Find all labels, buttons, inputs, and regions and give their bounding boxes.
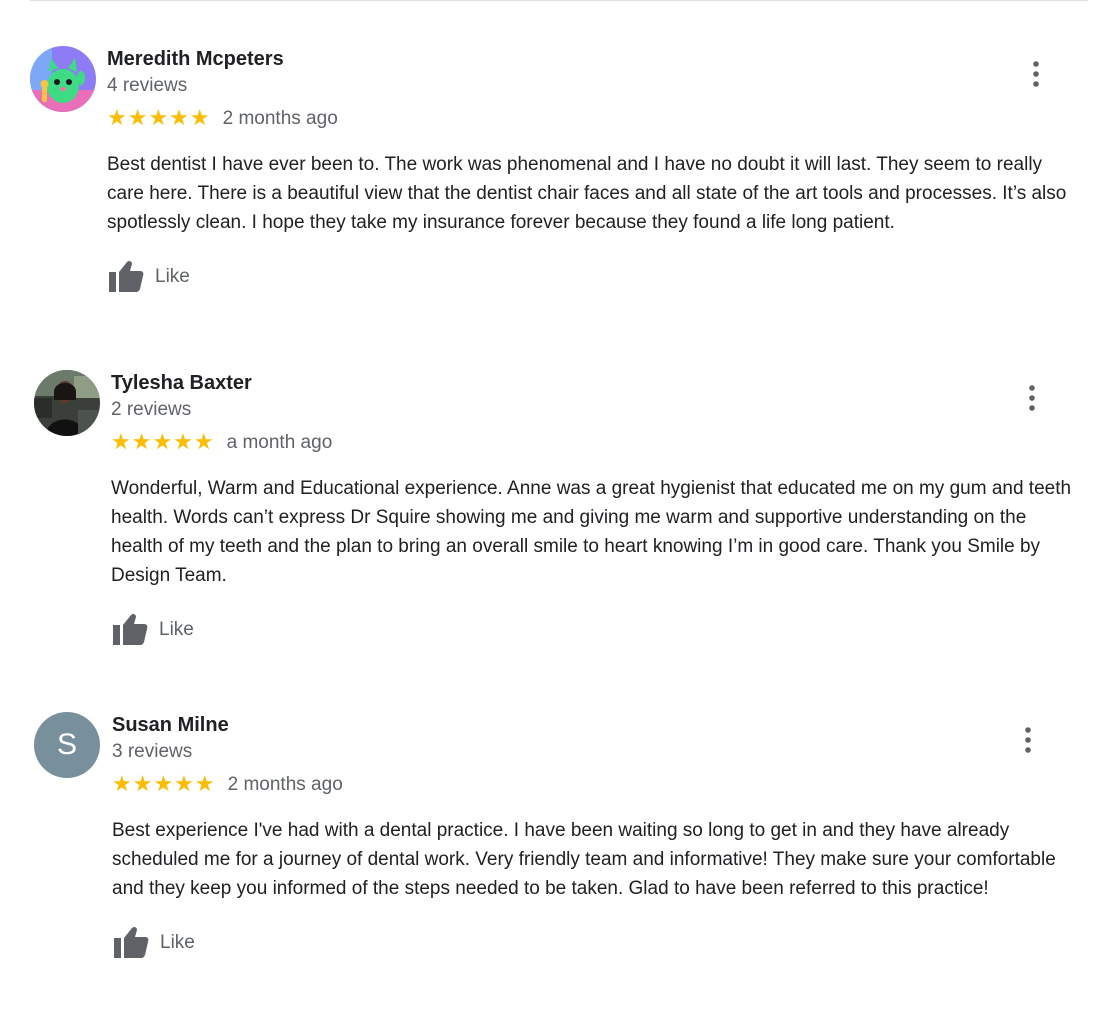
like-button[interactable]: Like [107,259,1077,295]
like-button[interactable]: Like [111,612,1081,648]
top-divider [30,0,1088,1]
thumb-up-icon [112,925,150,961]
letter-avatar-icon[interactable]: S [34,712,100,778]
review-text: Wonderful, Warm and Educational experien… [111,478,1072,586]
thumb-up-icon [107,259,145,295]
review-text: Best experience I've had with a dental p… [112,820,1056,899]
author-name[interactable]: Susan Milne [112,712,1082,738]
rating-row: ★★★★★ 2 months ago [112,766,1082,804]
thumb-up-icon [111,612,149,648]
star-rating: ★★★★★ [111,430,215,455]
like-label: Like [160,932,195,953]
profile-photo-avatar-icon[interactable] [34,370,100,436]
review-date: 2 months ago [227,774,343,795]
review-date: 2 months ago [222,108,338,129]
star-rating: ★★★★★ [112,772,216,797]
star-rating: ★★★★★ [107,106,211,131]
rating-row: ★★★★★ a month ago [111,424,1081,462]
review-count: 3 reviews [112,741,193,762]
cat-avatar-icon[interactable] [30,46,96,112]
more-options-icon[interactable] [1022,383,1042,413]
review-text: Best dentist I have ever been to. The wo… [107,154,1067,233]
like-label: Like [155,266,190,287]
author-name[interactable]: Meredith Mcpeters [107,46,1077,72]
like-button[interactable]: Like [112,925,1082,961]
review-date: a month ago [226,432,333,453]
rating-row: ★★★★★ 2 months ago [107,100,1077,138]
more-options-icon[interactable] [1018,725,1038,755]
review-count: 2 reviews [111,399,192,420]
review-count: 4 reviews [107,75,188,96]
more-options-icon[interactable] [1026,59,1046,89]
author-name[interactable]: Tylesha Baxter [111,370,1081,396]
like-label: Like [159,619,194,640]
